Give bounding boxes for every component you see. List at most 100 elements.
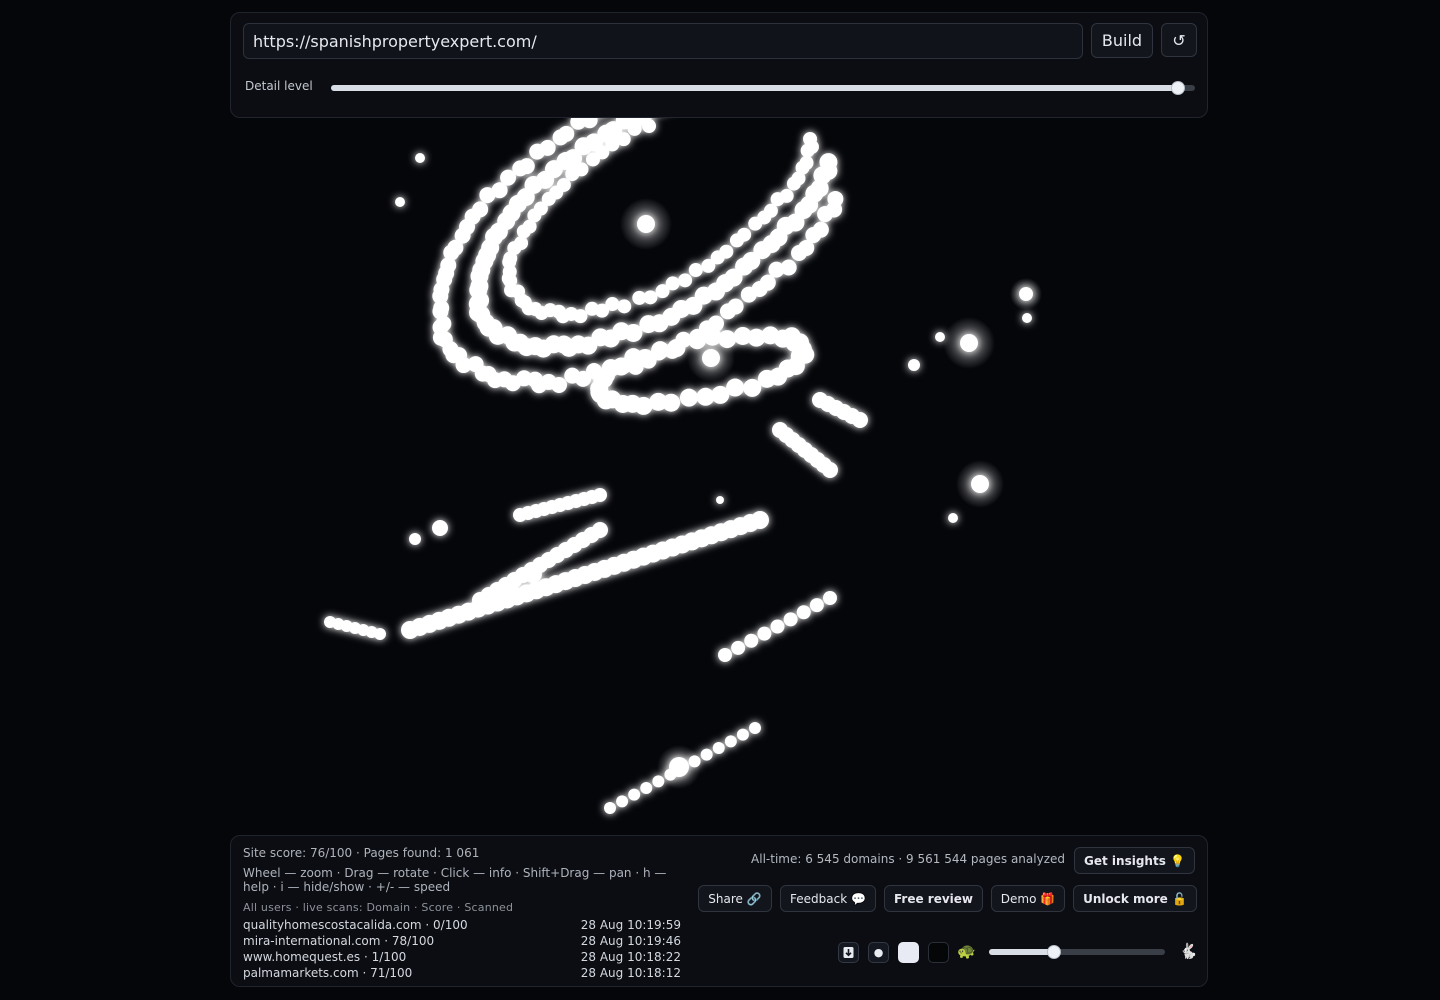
light-theme-swatch[interactable] <box>898 942 919 963</box>
unlock-more-button[interactable]: Unlock more 🔓 <box>1073 885 1197 912</box>
graph-node[interactable] <box>743 378 762 397</box>
graph-node[interactable] <box>472 201 489 218</box>
graph-node[interactable] <box>822 462 838 478</box>
graph-node[interactable] <box>667 339 686 358</box>
graph-node[interactable] <box>770 619 785 634</box>
graph-node[interactable] <box>395 197 405 207</box>
turtle-icon: 🐢 <box>957 942 976 960</box>
url-input[interactable] <box>243 23 1083 59</box>
list-item[interactable]: www.homequest.es · 1/100 28 Aug 10:18:22 <box>243 950 681 966</box>
graph-node[interactable] <box>796 605 811 620</box>
graph-node[interactable] <box>736 728 749 741</box>
graph-node[interactable] <box>729 233 744 248</box>
build-button[interactable]: Build <box>1091 23 1153 58</box>
graph-node[interactable] <box>908 359 920 371</box>
graph-node[interactable] <box>651 341 670 360</box>
graph-node[interactable] <box>731 640 746 655</box>
graph-node[interactable] <box>558 125 575 142</box>
graph-node[interactable] <box>768 261 785 278</box>
graph-node[interactable] <box>719 303 736 320</box>
get-insights-button[interactable]: Get insights 💡 <box>1074 847 1195 874</box>
list-item[interactable]: mira-international.com · 78/100 28 Aug 1… <box>243 934 681 950</box>
graph-node[interactable] <box>749 722 761 734</box>
graph-node[interactable] <box>1019 287 1033 301</box>
graph-node[interactable] <box>617 299 632 314</box>
graph-node[interactable] <box>627 121 642 136</box>
graph-node[interactable] <box>852 412 868 428</box>
graph-node[interactable] <box>748 216 763 231</box>
graph-node[interactable] <box>574 162 589 177</box>
graph-node[interactable] <box>823 591 837 605</box>
graph-node[interactable] <box>700 748 713 761</box>
free-review-button[interactable]: Free review <box>884 885 983 912</box>
dark-theme-swatch[interactable] <box>928 942 949 963</box>
graph-node[interactable] <box>678 273 693 288</box>
graph-node[interactable] <box>800 143 815 158</box>
graph-node[interactable] <box>518 158 535 175</box>
point-mode-icon[interactable]: ● <box>868 942 889 963</box>
graph-node[interactable] <box>744 633 759 648</box>
detail-level-slider[interactable] <box>331 81 1195 95</box>
graph-node[interactable] <box>712 742 725 754</box>
graph-node[interactable] <box>432 520 448 536</box>
graph-node[interactable] <box>637 215 655 233</box>
graph-node[interactable] <box>702 349 720 367</box>
graph-node[interactable] <box>669 757 689 777</box>
graph-node[interactable] <box>628 788 641 801</box>
graph-node[interactable] <box>655 284 670 299</box>
graph-node[interactable] <box>757 626 772 641</box>
graph-node[interactable] <box>585 301 600 316</box>
graph-node[interactable] <box>688 263 703 278</box>
graph-node[interactable] <box>716 496 724 504</box>
graph-node[interactable] <box>616 132 631 147</box>
graph-node[interactable] <box>639 315 658 334</box>
graph-node[interactable] <box>696 387 715 406</box>
graph-node[interactable] <box>593 488 607 502</box>
graph-node[interactable] <box>792 341 811 360</box>
graph-node[interactable] <box>809 598 824 613</box>
graph-node[interactable] <box>783 612 798 627</box>
graph-node[interactable] <box>688 755 701 768</box>
list-item[interactable]: qualityhomescostacalida.com · 0/100 28 A… <box>243 918 681 934</box>
graph-node[interactable] <box>688 331 707 350</box>
speed-slider[interactable] <box>989 945 1165 959</box>
graph-node[interactable] <box>564 367 581 384</box>
graph-node[interactable] <box>701 258 716 273</box>
graph-node[interactable] <box>791 245 808 262</box>
graph-node[interactable] <box>640 782 653 794</box>
graph-node[interactable] <box>539 139 556 156</box>
graph-node[interactable] <box>960 334 978 352</box>
graph-node[interactable] <box>740 286 757 303</box>
graph-node[interactable] <box>652 775 665 788</box>
graph-node[interactable] <box>514 236 529 251</box>
graph-node[interactable] <box>524 565 542 583</box>
download-glyph <box>843 947 854 958</box>
graph-node[interactable] <box>632 290 647 305</box>
graph-node[interactable] <box>718 330 737 349</box>
graph-node[interactable] <box>604 802 616 814</box>
demo-button[interactable]: Demo 🎁 <box>991 885 1065 912</box>
graph-node[interactable] <box>415 153 425 163</box>
reset-button[interactable]: ↺ <box>1161 23 1197 57</box>
share-button[interactable]: Share 🔗 <box>698 885 772 912</box>
download-icon[interactable] <box>838 942 859 963</box>
graph-node[interactable] <box>786 176 801 191</box>
graph-node[interactable] <box>642 119 657 134</box>
list-item[interactable]: palmamarkets.com · 71/100 28 Aug 10:18:1… <box>243 966 681 982</box>
graph-node[interactable] <box>935 332 945 342</box>
graph-node[interactable] <box>724 735 737 748</box>
graph-node[interactable] <box>679 388 698 407</box>
graph-node[interactable] <box>374 628 386 640</box>
graph-node[interactable] <box>409 533 421 545</box>
feedback-button[interactable]: Feedback 💬 <box>780 885 876 912</box>
graph-node[interactable] <box>1022 313 1032 323</box>
graph-node[interactable] <box>616 795 629 808</box>
graph-node[interactable] <box>472 592 488 608</box>
graph-node[interactable] <box>401 621 419 639</box>
graph-node[interactable] <box>971 475 989 493</box>
graph-node[interactable] <box>718 648 732 662</box>
speed-thumb[interactable] <box>1047 945 1062 959</box>
detail-level-thumb[interactable] <box>1170 81 1185 95</box>
graph-node[interactable] <box>948 513 958 523</box>
graph-node[interactable] <box>817 206 834 223</box>
